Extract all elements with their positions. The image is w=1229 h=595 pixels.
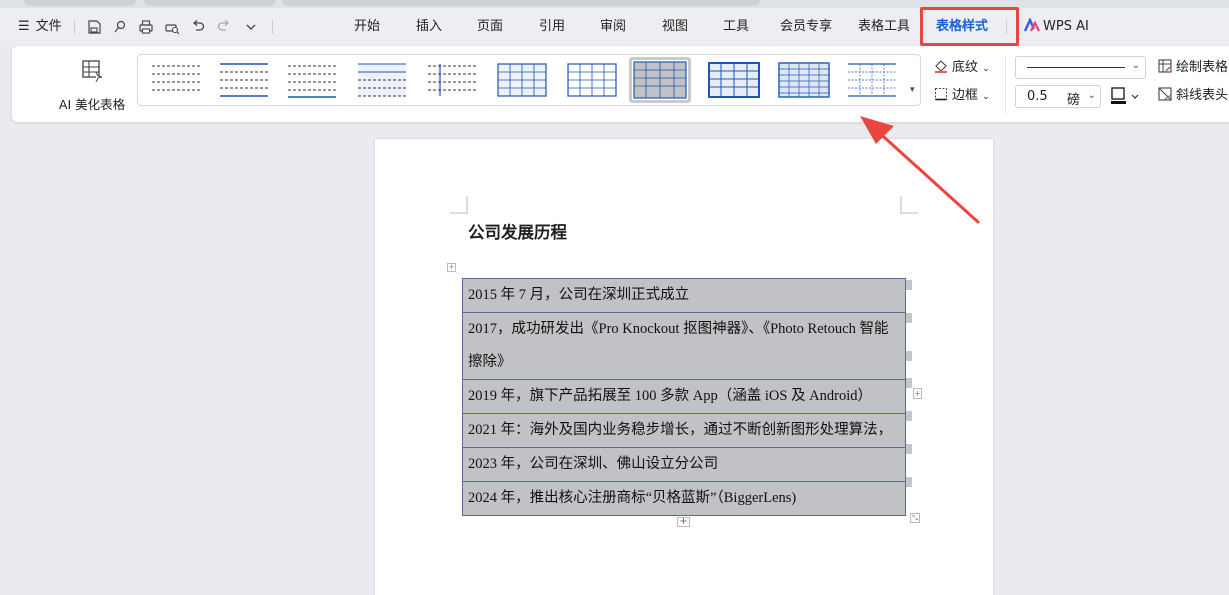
table-style-thumb[interactable] (564, 60, 620, 100)
table-style-thumb[interactable] (706, 60, 762, 100)
tab-review[interactable]: 审阅 (600, 8, 626, 46)
chevron-down-icon: ⌄ (982, 92, 990, 102)
window-tab[interactable] (24, 0, 136, 6)
menu-bar: ☰ 文件 开始 插入 页面 引用 审阅 视图 工具 会员专享 表格工具 表格样式 … (0, 8, 1229, 46)
table-row: 2021 年：海外及国内业务稳步增长，通过不断创新图形处理算法， (462, 413, 906, 448)
tab-member[interactable]: 会员专享 (780, 8, 832, 46)
shading-label: 底纹 (952, 60, 979, 75)
draw-table-button[interactable]: 绘制表格 (1158, 59, 1228, 77)
chevron-down-icon: ⌄ (982, 64, 990, 74)
table-style-thumb[interactable] (494, 60, 550, 100)
line-width-value: 0.5 (1027, 89, 1048, 104)
row-end-mark (906, 411, 912, 421)
border-icon (935, 88, 947, 101)
line-width-unit: 磅 (1067, 93, 1081, 108)
gallery-expand-icon[interactable]: ▾ (910, 85, 915, 95)
table-cell[interactable]: 2017，成功研发出《Pro Knockout 抠图神器》、《Photo Ret… (462, 312, 906, 380)
row-end-mark (906, 313, 912, 323)
table-cell[interactable]: 2023 年，公司在深圳、佛山设立分公司 (462, 447, 906, 482)
row-end-mark (906, 477, 912, 487)
table-cell[interactable]: 2015 年 7 月，公司在深圳正式成立 (462, 278, 906, 313)
table-row: 2023 年，公司在深圳、佛山设立分公司 (462, 447, 906, 482)
hamburger-icon: ☰ (18, 19, 30, 34)
divider (272, 20, 273, 34)
document-title[interactable]: 公司发展历程 (468, 219, 567, 243)
pen-color-icon (1111, 87, 1139, 104)
print-icon[interactable] (138, 19, 154, 35)
divider (74, 20, 75, 34)
table-row: 2015 年 7 月，公司在深圳正式成立 (462, 278, 906, 313)
wps-ai-label: WPS AI (1043, 19, 1089, 34)
table-style-thumb[interactable] (148, 60, 204, 100)
table-style-thumb-selected[interactable] (629, 57, 691, 103)
margin-corner-mark (450, 196, 468, 214)
save-icon[interactable] (86, 19, 102, 35)
chevron-down-icon: ⌄ (1087, 90, 1096, 101)
tab-tools[interactable]: 工具 (723, 8, 749, 46)
paint-bucket-icon (935, 60, 947, 73)
border-label: 边框 (952, 88, 979, 103)
window-tab[interactable] (282, 0, 760, 6)
table-style-thumb[interactable] (844, 60, 900, 100)
line-style-select[interactable]: ⌄ (1015, 56, 1146, 79)
row-end-mark (906, 378, 912, 388)
row-end-mark (906, 280, 912, 290)
diagonal-header-icon (1158, 87, 1172, 101)
highlight-annotation (920, 7, 1019, 46)
table-row: 2024 年，推出核心注册商标“贝格蓝斯”（BiggerLens) (462, 481, 906, 516)
redo-icon[interactable] (216, 19, 232, 35)
draw-table-label: 绘制表格 (1176, 60, 1229, 75)
document-table[interactable]: 2015 年 7 月，公司在深圳正式成立 2017，成功研发出《Pro Knoc… (462, 278, 906, 516)
line-width-select[interactable]: 0.5 磅 ⌄ (1015, 85, 1101, 108)
tab-page[interactable]: 页面 (477, 8, 503, 46)
table-style-thumb[interactable] (424, 60, 480, 100)
share-icon[interactable] (112, 19, 128, 35)
file-menu-label: 文件 (35, 19, 62, 34)
window-tab[interactable] (144, 0, 276, 6)
ai-beautify-label: AI 美化表格 (58, 97, 126, 112)
tab-home[interactable]: 开始 (354, 8, 380, 46)
row-end-mark (906, 351, 912, 361)
margin-corner-mark (900, 196, 918, 214)
draw-table-icon (1158, 59, 1172, 73)
add-column-button[interactable]: + (913, 388, 922, 399)
diagonal-header-label: 斜线表头 (1176, 88, 1229, 103)
table-resize-handle[interactable]: ⤡ (910, 513, 920, 523)
window-tab-strip (0, 0, 1229, 8)
border-button[interactable]: 边框 ⌄ (934, 87, 990, 105)
file-menu[interactable]: ☰ 文件 (18, 8, 62, 46)
table-cell[interactable]: 2024 年，推出核心注册商标“贝格蓝斯”（BiggerLens) (462, 481, 906, 516)
tab-table-tools[interactable]: 表格工具 (858, 8, 910, 46)
table-row: 2017，成功研发出《Pro Knockout 抠图神器》、《Photo Ret… (462, 312, 906, 380)
print-preview-icon[interactable] (164, 19, 180, 35)
chevron-down-icon: ⌄ (1131, 60, 1140, 71)
table-cell[interactable]: 2021 年：海外及国内业务稳步增长，通过不断创新图形处理算法， (462, 413, 906, 448)
table-style-thumb[interactable] (354, 60, 410, 100)
diagonal-header-button[interactable]: 斜线表头 (1158, 87, 1228, 105)
table-move-handle[interactable]: + (447, 263, 456, 272)
ribbon-toolbar: AI 美化表格 ▾ 底纹 ⌄ 边框 ⌄ ⌄ 0.5 磅 ⌄ 绘制表格 斜线表头 (12, 46, 1229, 122)
table-cell[interactable]: 2019 年，旗下产品拓展至 100 多款 App（涵盖 iOS 及 Andro… (462, 379, 906, 414)
ai-table-icon (82, 60, 103, 83)
table-style-thumb[interactable] (284, 60, 340, 100)
tab-insert[interactable]: 插入 (416, 8, 442, 46)
tab-references[interactable]: 引用 (539, 8, 565, 46)
wps-ai-icon (1023, 17, 1040, 32)
line-style-preview (1027, 67, 1125, 68)
table-row: 2019 年，旗下产品拓展至 100 多款 App（涵盖 iOS 及 Andro… (462, 379, 906, 414)
wps-ai-button[interactable]: WPS AI (1023, 8, 1089, 46)
chevron-down-icon[interactable] (243, 19, 259, 35)
divider (1005, 56, 1006, 114)
table-style-thumb[interactable] (216, 60, 272, 100)
pen-color-button[interactable] (1110, 87, 1142, 107)
add-row-button[interactable]: + (677, 517, 690, 527)
row-end-mark (906, 444, 912, 454)
undo-icon[interactable] (190, 19, 206, 35)
document-page: 公司发展历程 + 2015 年 7 月，公司在深圳正式成立 2017，成功研发出… (375, 139, 993, 595)
shading-button[interactable]: 底纹 ⌄ (934, 59, 990, 77)
ai-beautify-table-button[interactable]: AI 美化表格 (52, 58, 132, 112)
table-style-thumb[interactable] (776, 60, 832, 100)
tab-view[interactable]: 视图 (662, 8, 688, 46)
table-style-gallery: ▾ (137, 54, 921, 106)
